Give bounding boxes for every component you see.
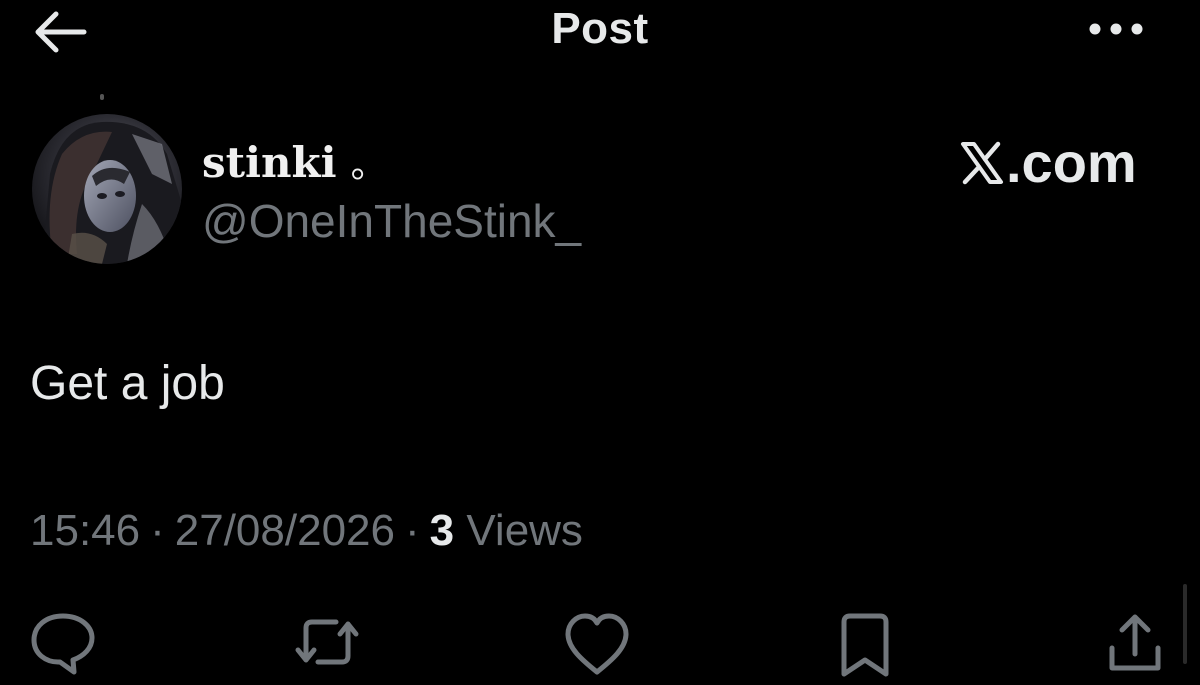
x-com-watermark: .com bbox=[960, 130, 1137, 195]
meta-separator: · bbox=[404, 506, 420, 555]
avatar[interactable] bbox=[32, 114, 182, 264]
action-bar bbox=[0, 604, 1200, 677]
share-icon bbox=[1109, 614, 1161, 671]
page-title: Post bbox=[551, 4, 649, 53]
display-name-text: stinki bbox=[202, 138, 337, 187]
post-date[interactable]: 27/08/2026 bbox=[175, 506, 395, 555]
name-suffix: 。 bbox=[350, 145, 387, 186]
views-count: 3 bbox=[429, 506, 455, 555]
more-options-button[interactable] bbox=[1086, 14, 1146, 44]
like-button[interactable] bbox=[562, 610, 632, 680]
watermark-label: .com bbox=[1006, 131, 1137, 194]
more-horizontal-icon bbox=[1089, 23, 1143, 35]
top-bar: Post bbox=[0, 0, 1200, 64]
views-label: Views bbox=[466, 506, 583, 555]
meta-separator: · bbox=[150, 506, 165, 555]
bookmark-button[interactable] bbox=[830, 610, 900, 680]
bookmark-icon bbox=[841, 613, 889, 677]
share-button[interactable] bbox=[1100, 610, 1170, 680]
repost-icon bbox=[295, 619, 359, 665]
reply-button[interactable] bbox=[28, 610, 98, 680]
heart-icon bbox=[565, 613, 629, 675]
author-name[interactable]: stinki 。 bbox=[202, 136, 387, 188]
repost-button[interactable] bbox=[292, 610, 362, 680]
x-logo-icon bbox=[961, 141, 1003, 184]
scroll-indicator bbox=[100, 94, 104, 100]
author-handle[interactable]: @OneInTheStink_ bbox=[202, 194, 581, 248]
post-meta: 15:46 · 27/08/2026 · 3 Views bbox=[30, 506, 583, 556]
post-time[interactable]: 15:46 bbox=[30, 506, 140, 555]
post-text: Get a job bbox=[30, 357, 225, 410]
reply-icon bbox=[31, 613, 95, 675]
scrollbar[interactable] bbox=[1183, 584, 1187, 664]
